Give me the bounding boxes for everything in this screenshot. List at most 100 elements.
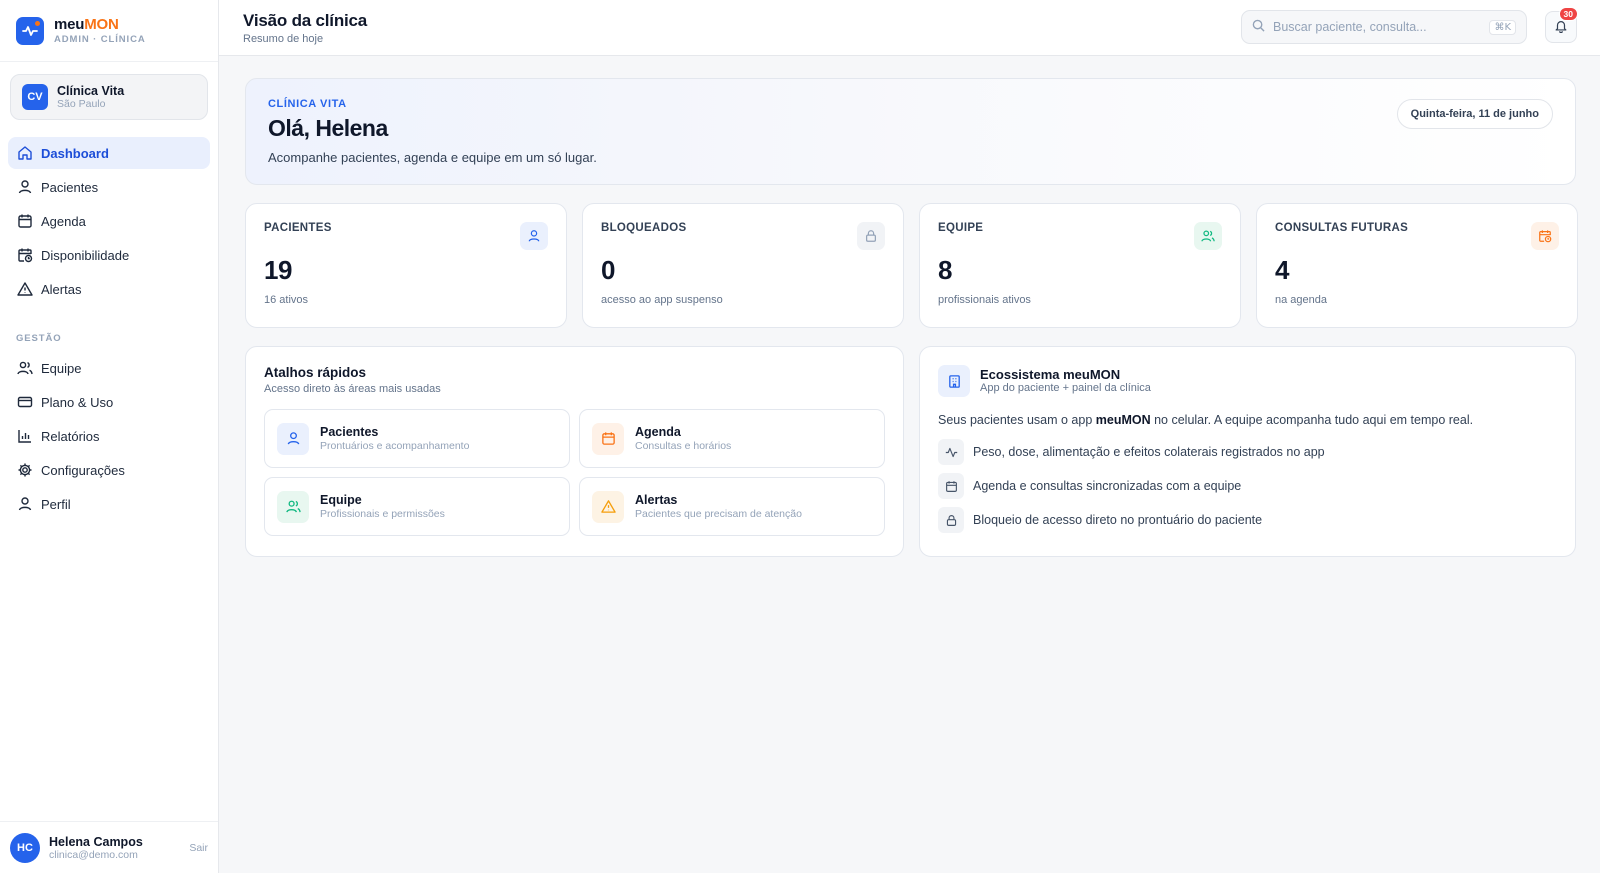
ecosystem-subtitle: App do paciente + painel da clínica (980, 382, 1151, 394)
stat-card-pacientes[interactable]: PACIENTES 19 16 ativos (245, 203, 567, 328)
stat-card-consultas-futuras[interactable]: CONSULTAS FUTURAS 4 na agenda (1256, 203, 1578, 328)
sidebar-item-configuracoes[interactable]: Configurações (8, 454, 210, 486)
ecosystem-panel: Ecossistema meuMON App do paciente + pai… (919, 346, 1576, 557)
user-profile: HC Helena Campos clinica@demo.com Sair (0, 821, 218, 873)
stat-value: 19 (264, 255, 292, 285)
users-icon (277, 490, 309, 523)
sidebar-item-disponibilidade[interactable]: Disponibilidade (8, 239, 210, 271)
sidebar-item-label: Relatórios (41, 428, 100, 444)
users-icon (17, 360, 33, 376)
main-content: Visão da clínica Resumo de hoje Buscar p… (219, 0, 1600, 873)
user-icon (520, 222, 548, 250)
stat-sub: na agenda (1275, 294, 1327, 306)
search-placeholder: Buscar paciente, consulta... (1273, 20, 1427, 34)
clinic-city: São Paulo (57, 98, 106, 110)
sidebar-item-label: Configurações (41, 462, 125, 478)
nav-section-label: GESTÃO (16, 333, 62, 344)
sidebar-item-alertas[interactable]: Alertas (8, 273, 210, 305)
search-input[interactable]: Buscar paciente, consulta... ⌘K (1241, 10, 1527, 44)
bell-icon (1554, 19, 1568, 36)
calendar-icon (592, 422, 624, 455)
logout-button[interactable]: Sair (189, 842, 208, 854)
management-nav: Equipe Plano & Uso Relatórios Configuraç… (0, 352, 218, 520)
lock-icon (857, 222, 885, 250)
home-icon (17, 145, 33, 161)
sidebar-item-relatorios[interactable]: Relatórios (8, 420, 210, 452)
stat-value: 8 (938, 255, 952, 285)
hero-greeting: Olá, Helena (268, 115, 388, 141)
shortcut-agenda[interactable]: Agenda Consultas e horários (579, 409, 885, 468)
sidebar-item-equipe[interactable]: Equipe (8, 352, 210, 384)
stat-value: 4 (1275, 255, 1289, 285)
sidebar-item-dashboard[interactable]: Dashboard (8, 137, 210, 169)
notification-count-badge: 30 (1558, 7, 1578, 21)
sidebar-item-label: Disponibilidade (41, 247, 130, 263)
page-subtitle: Resumo de hoje (243, 32, 324, 45)
shortcut-title: Alertas (635, 492, 678, 507)
stat-sub: 16 ativos (264, 294, 309, 306)
shortcut-description: Consultas e horários (635, 439, 732, 452)
brand-name: meuMON (54, 16, 119, 33)
stat-card-equipe[interactable]: EQUIPE 8 profissionais ativos (919, 203, 1241, 328)
stat-label: BLOQUEADOS (601, 222, 687, 234)
stat-sub: acesso ao app suspenso (601, 294, 723, 306)
user-name: Helena Campos (49, 834, 143, 849)
users-icon (1194, 222, 1222, 250)
hero-eyebrow: CLÍNICA VITA (268, 98, 347, 110)
shortcut-alertas[interactable]: Alertas Pacientes que precisam de atençã… (579, 477, 885, 536)
ecosystem-feature: Agenda e consultas sincronizadas com a e… (938, 473, 1557, 499)
user-email: clinica@demo.com (49, 848, 138, 861)
feature-text: Peso, dose, alimentação e efeitos colate… (973, 445, 1325, 459)
shortcut-description: Prontuários e acompanhamento (320, 439, 470, 452)
alert-triangle-icon (592, 490, 624, 523)
credit-card-icon (17, 394, 33, 410)
shortcuts-panel: Atalhos rápidos Acesso direto às áreas m… (245, 346, 904, 557)
gear-icon (17, 462, 33, 478)
sidebar-item-label: Pacientes (41, 179, 99, 195)
ecosystem-description: Seus pacientes usam o app meuMON no celu… (938, 413, 1474, 427)
clinic-switcher[interactable]: CV Clínica Vita São Paulo (10, 74, 208, 120)
panel-subtitle: Acesso direto às áreas mais usadas (264, 383, 441, 395)
sidebar-item-pacientes[interactable]: Pacientes (8, 171, 210, 203)
stat-label: PACIENTES (264, 222, 332, 234)
building-icon (938, 365, 970, 397)
ecosystem-title: Ecossistema meuMON (980, 367, 1121, 382)
shortcut-equipe[interactable]: Equipe Profissionais e permissões (264, 477, 570, 536)
ecosystem-feature: Bloqueio de acesso direto no prontuário … (938, 507, 1557, 533)
hero-description: Acompanhe pacientes, agenda e equipe em … (268, 150, 597, 165)
feature-text: Agenda e consultas sincronizadas com a e… (973, 479, 1242, 493)
sidebar-item-label: Perfil (41, 496, 71, 512)
stat-card-bloqueados[interactable]: BLOQUEADOS 0 acesso ao app suspenso (582, 203, 904, 328)
topbar: Visão da clínica Resumo de hoje Buscar p… (219, 0, 1600, 56)
brand[interactable]: meuMON ADMIN · CLÍNICA (0, 0, 218, 62)
sidebar-item-label: Dashboard (41, 145, 109, 161)
calendar-icon (17, 213, 33, 229)
stats-row: PACIENTES 19 16 ativos BLOQUEADOS 0 aces… (245, 203, 1578, 328)
user-icon (17, 179, 33, 195)
sidebar-item-agenda[interactable]: Agenda (8, 205, 210, 237)
sidebar-item-label: Plano & Uso (41, 394, 114, 410)
stat-label: EQUIPE (938, 222, 984, 234)
date-badge: Quinta-feira, 11 de junho (1396, 99, 1553, 129)
avatar[interactable]: HC (10, 832, 40, 863)
user-icon (17, 496, 33, 512)
stat-label: CONSULTAS FUTURAS (1275, 222, 1409, 234)
notifications-button[interactable]: 30 (1545, 7, 1578, 43)
shortcut-title: Pacientes (320, 424, 379, 439)
shortcut-description: Profissionais e permissões (320, 507, 445, 520)
main-nav: Dashboard Pacientes Agenda Disponibilida… (0, 137, 218, 305)
search-shortcut: ⌘K (1489, 19, 1516, 35)
sidebar-item-perfil[interactable]: Perfil (8, 488, 210, 520)
sidebar-item-label: Equipe (41, 360, 82, 376)
shortcut-description: Pacientes que precisam de atenção (635, 507, 802, 520)
lock-icon (938, 507, 964, 533)
shortcut-pacientes[interactable]: Pacientes Prontuários e acompanhamento (264, 409, 570, 468)
brand-subtitle: ADMIN · CLÍNICA (54, 34, 146, 45)
ecosystem-feature: Peso, dose, alimentação e efeitos colate… (938, 439, 1557, 465)
shortcut-title: Equipe (320, 492, 362, 507)
calendar-icon (938, 473, 964, 499)
bar-chart-icon (17, 428, 33, 444)
sidebar-item-plano-uso[interactable]: Plano & Uso (8, 386, 210, 418)
logo-icon (16, 16, 44, 45)
sidebar: meuMON ADMIN · CLÍNICA CV Clínica Vita S… (0, 0, 219, 873)
